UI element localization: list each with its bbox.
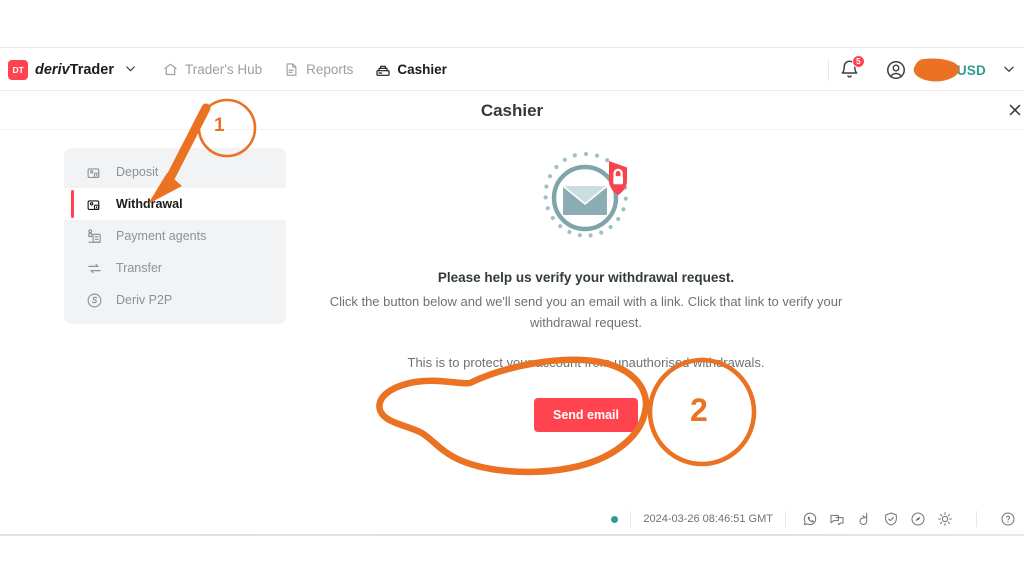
verification-body-text: Click the button below and we'll send yo… [329, 294, 843, 330]
header-right-group: 5 USD [818, 49, 1016, 91]
withdrawal-verification-panel: Please help us verify your withdrawal re… [286, 140, 886, 432]
brand-name-deriv: deriv [35, 61, 70, 78]
annotation-1-label: 1 [214, 115, 225, 136]
send-email-button[interactable]: Send email [534, 398, 638, 432]
us-flag-icon [928, 59, 951, 81]
transfer-icon [86, 260, 103, 277]
footer-divider-2 [785, 511, 786, 527]
chevron-down-icon[interactable] [1002, 62, 1016, 79]
browser-top-strip [0, 0, 1024, 48]
notification-badge: 5 [851, 55, 865, 68]
livechat-icon[interactable] [829, 511, 845, 527]
main-header: DT derivTrader Trader's Hub Reports Cash… [0, 49, 1024, 91]
account-circle-icon [886, 61, 905, 79]
shield-icon[interactable] [883, 511, 899, 527]
footer-icon-group [802, 511, 1016, 527]
sidebar-label-deposit: Deposit [116, 165, 159, 179]
deriv-p2p-icon [86, 292, 103, 309]
app-window: DT derivTrader Trader's Hub Reports Cash… [0, 0, 1024, 576]
nav-item-reports[interactable]: Reports [284, 62, 353, 77]
currency-selector[interactable]: USD [928, 59, 1016, 81]
cashier-icon [375, 62, 391, 77]
cashier-title-bar: Cashier [0, 92, 1024, 130]
header-divider-1 [827, 59, 829, 81]
cashier-sidebar: Deposit Withdrawal Payment agents Transf… [64, 148, 286, 324]
theme-toggle-icon[interactable] [937, 511, 953, 527]
email-verification-lock-icon [543, 151, 628, 238]
nav-label-traders-hub: Trader's Hub [185, 62, 263, 77]
nav-item-cashier[interactable]: Cashier [375, 62, 447, 77]
sidebar-label-withdrawal: Withdrawal [116, 197, 183, 211]
sidebar-label-transfer: Transfer [116, 261, 163, 275]
deriv-trader-logo-icon: DT [8, 59, 28, 80]
payment-agents-icon [86, 228, 103, 245]
nav-item-traders-hub[interactable]: Trader's Hub [163, 62, 262, 77]
close-icon[interactable] [1006, 101, 1024, 121]
verification-note-text: This is to protect your account from una… [407, 355, 765, 370]
help-icon[interactable] [1000, 511, 1016, 527]
sidebar-item-withdrawal[interactable]: Withdrawal [64, 188, 286, 220]
report-icon [284, 62, 299, 77]
deposit-icon [86, 164, 103, 181]
account-button[interactable] [885, 59, 907, 81]
chevron-down-icon[interactable] [124, 62, 137, 78]
nav-label-cashier: Cashier [397, 62, 447, 77]
brand-name-trader: Trader [69, 61, 115, 78]
home-icon [163, 62, 178, 77]
sidebar-item-payment-agents[interactable]: Payment agents [64, 220, 286, 252]
bottom-divider [0, 534, 1024, 536]
currency-label: USD [956, 62, 986, 78]
brand-name: derivTrader [35, 62, 114, 78]
annotation-2-label: 2 [690, 392, 708, 428]
primary-nav: Trader's Hub Reports Cashier [163, 62, 447, 77]
notifications-button[interactable]: 5 [839, 55, 865, 81]
server-time: 2024-03-26 08:46:51 GMT [643, 513, 773, 525]
footer-divider-3 [976, 511, 977, 527]
sidebar-item-deriv-p2p[interactable]: Deriv P2P [64, 284, 286, 316]
sidebar-item-transfer[interactable]: Transfer [64, 252, 286, 284]
deriv-go-icon[interactable] [856, 511, 872, 527]
responsible-trading-icon[interactable] [910, 511, 926, 527]
whatsapp-icon[interactable] [802, 511, 818, 527]
sidebar-label-payment-agents: Payment agents [116, 229, 207, 243]
footer-divider-1 [630, 511, 632, 527]
withdrawal-icon [86, 196, 103, 213]
verification-heading: Please help us verify your withdrawal re… [437, 270, 735, 285]
sidebar-item-deposit[interactable]: Deposit [64, 156, 286, 188]
sidebar-label-deriv-p2p: Deriv P2P [116, 293, 173, 307]
page-title: Cashier [480, 101, 544, 120]
status-footer: 2024-03-26 08:46:51 GMT [0, 505, 1024, 533]
connection-status-dot [611, 515, 619, 523]
brand-logo-group[interactable]: DT derivTrader [0, 59, 137, 80]
nav-label-reports: Reports [306, 62, 354, 77]
